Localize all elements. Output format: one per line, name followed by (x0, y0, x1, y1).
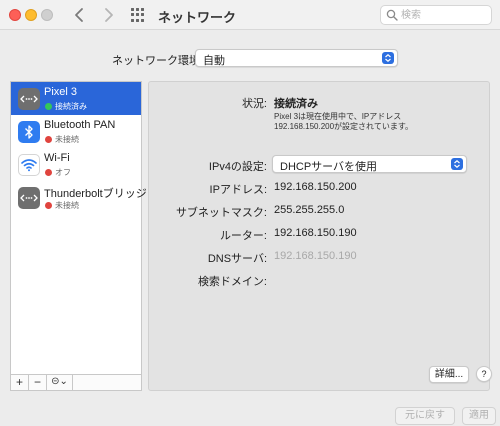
window-title: ネットワーク (158, 10, 237, 25)
forward-button[interactable] (98, 4, 120, 26)
service-item-pixel-3[interactable]: Pixel 3 接続済み (11, 82, 141, 115)
ip-address-value: 192.168.150.200 (274, 181, 357, 193)
minimize-window-button[interactable] (25, 9, 37, 21)
dns-server-value: 192.168.150.190 (274, 250, 357, 262)
status-description: Pixel 3は現在使用中で、IPアドレス 192.168.150.200が設定… (274, 112, 474, 132)
service-name: Pixel 3 (44, 86, 78, 98)
remove-service-button[interactable]: − (29, 375, 47, 390)
ipv4-config-value: DHCPサーバを使用 (280, 161, 378, 173)
ipv4-config-popup[interactable]: DHCPサーバを使用 (272, 155, 467, 173)
router-label: ルーター: (219, 230, 267, 242)
service-item-thunderbolt-bridge[interactable]: Thunderboltブリッジ 未接続 (11, 181, 147, 214)
chevron-updown-icon (451, 158, 463, 170)
service-name: Wi-Fi (44, 152, 70, 164)
location-label: ネットワーク環境: (112, 55, 204, 67)
detail-panel: 状況: 接続済み Pixel 3は現在使用中で、IPアドレス 192.168.1… (148, 81, 492, 391)
status-dot (45, 103, 52, 110)
dns-server-label: DNSサーバ: (207, 253, 267, 265)
chevron-right-icon (105, 8, 113, 22)
status-value: 接続済み (274, 98, 318, 110)
chevron-updown-icon (382, 52, 394, 64)
subnet-mask-label: サブネットマスク: (175, 207, 267, 219)
service-item-bluetooth-pan[interactable]: Bluetooth PAN 未接続 (11, 115, 141, 148)
service-status: 接続済み (55, 102, 87, 111)
location-value: 自動 (203, 55, 225, 67)
add-service-button[interactable]: + (11, 375, 29, 390)
status-description-line: Pixel 3は現在使用中で、IPアドレス (274, 112, 402, 121)
search-input[interactable] (401, 8, 489, 22)
zoom-window-button[interactable] (41, 9, 53, 21)
ipv4-label: IPv4の設定: (208, 161, 267, 173)
advanced-button[interactable]: 詳細... (429, 366, 469, 383)
service-list: Pixel 3 接続済み Bluetooth PAN 未接続 Wi-Fi オフ … (10, 81, 147, 375)
bluetooth-icon (18, 121, 40, 143)
service-status: 未接続 (55, 135, 79, 144)
ip-address-label: IPアドレス: (209, 184, 267, 196)
router-value: 192.168.150.190 (274, 227, 357, 239)
status-dot (45, 136, 52, 143)
title-bar: ネットワーク (0, 0, 500, 30)
service-name: Bluetooth PAN (44, 119, 116, 131)
service-list-toolbar: + − ⊝⌄ (10, 375, 142, 391)
status-dot (45, 169, 52, 176)
ethernet-icon (18, 88, 40, 110)
back-button[interactable] (68, 4, 90, 26)
location-popup[interactable]: 自動 (195, 49, 398, 67)
subnet-mask-value: 255.255.255.0 (274, 204, 345, 216)
search-domain-label: 検索ドメイン: (197, 276, 267, 288)
service-status: 未接続 (55, 201, 79, 210)
service-status: オフ (55, 168, 71, 177)
wifi-icon (18, 154, 40, 176)
help-button[interactable]: ? (476, 366, 492, 382)
service-item-wifi[interactable]: Wi-Fi オフ (11, 148, 141, 181)
chevron-left-icon (75, 8, 83, 22)
apply-button[interactable]: 適用 (462, 407, 496, 425)
status-description-line: 192.168.150.200が設定されています。 (274, 122, 414, 131)
revert-button[interactable]: 元に戻す (395, 407, 455, 425)
status-label: 状況: (241, 98, 267, 110)
close-window-button[interactable] (9, 9, 21, 21)
service-name: Thunderboltブリッジ (44, 188, 147, 200)
status-dot (45, 202, 52, 209)
search-icon (386, 9, 398, 21)
ethernet-icon (18, 187, 40, 209)
search-field[interactable] (380, 5, 492, 25)
service-actions-menu-button[interactable]: ⊝⌄ (47, 375, 73, 390)
show-all-grid-icon[interactable] (131, 8, 145, 22)
